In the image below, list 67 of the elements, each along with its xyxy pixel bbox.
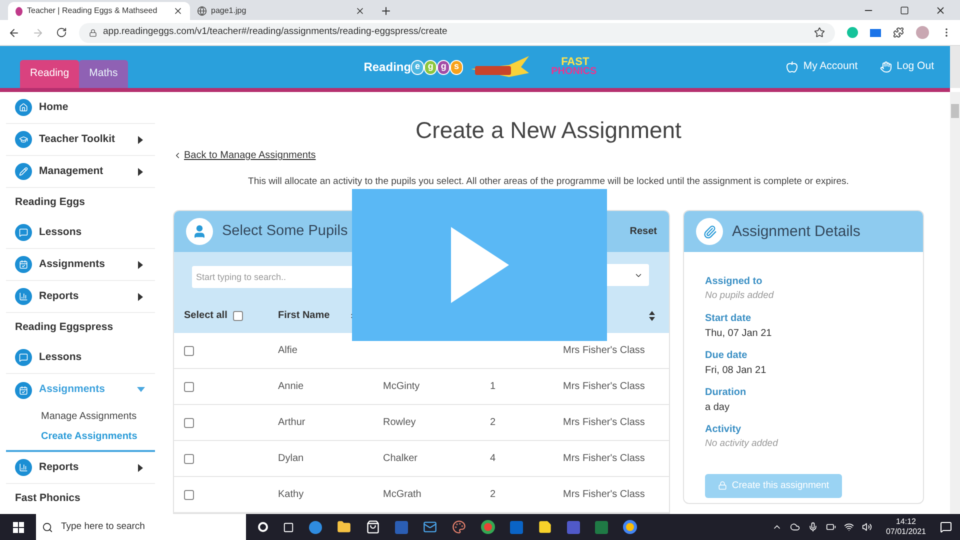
logo-egg: g <box>424 60 438 74</box>
taskbar-search-field[interactable]: Type here to search <box>36 514 246 540</box>
url-text: app.readingeggs.com/v1/teacher#/reading/assignments/reading-eggspress/create <box>103 25 448 40</box>
table-cell: Rowley <box>383 417 416 428</box>
page-title: Create a New Assignment <box>414 116 682 144</box>
reset-button[interactable]: Reset <box>630 224 657 240</box>
logo-egg: s <box>450 60 464 74</box>
field-label: Due date <box>705 348 748 362</box>
table-cell: McGinty <box>383 381 420 392</box>
tab-title: page1.jpg <box>211 5 248 17</box>
logo-word: Reading <box>364 59 412 76</box>
field-value: Thu, 07 Jan 21 <box>705 326 773 340</box>
sidebar-subitem[interactable]: Manage Assignments <box>41 406 155 426</box>
table-cell: 2 <box>490 489 496 500</box>
sidebar-item[interactable]: Home <box>6 92 155 124</box>
table-cell: Dylan <box>278 453 304 464</box>
table-cell: Mrs Fisher's Class <box>563 417 645 428</box>
logo-word: PHONICS <box>551 67 597 77</box>
field-value: No activity added <box>705 436 780 450</box>
subject-tab[interactable]: Reading <box>20 60 80 88</box>
section-heading: Reading Eggspress <box>14 320 114 335</box>
select-all-label: Select all <box>184 309 228 324</box>
sidebar-item[interactable]: Lessons <box>6 217 155 249</box>
column-header[interactable]: First Name <box>278 308 330 324</box>
table-cell: Mrs Fisher's Class <box>563 489 645 500</box>
field-value: No pupils added <box>705 289 775 304</box>
sidebar-item[interactable]: Reports <box>6 281 155 313</box>
field-label: Start date <box>705 312 752 326</box>
panel-title: Select Some Pupils <box>222 222 348 241</box>
sidebar-item[interactable]: Teacher Toolkit <box>6 124 155 156</box>
sidebar-item[interactable]: Assignments <box>6 249 155 281</box>
sidebar-item[interactable]: Lessons <box>6 342 155 374</box>
panel-title: Assignment Details <box>732 222 860 242</box>
section-heading: Reading Eggs <box>14 194 86 210</box>
logo-egg: e <box>411 60 424 74</box>
subject-tab[interactable]: Maths <box>79 60 128 88</box>
logo-word: FAST <box>561 57 590 67</box>
table-cell: Alfie <box>278 345 298 356</box>
table-cell: Arthur <box>278 417 306 428</box>
logo-egg: g <box>437 60 450 74</box>
clock-time: 14:12 <box>896 517 916 527</box>
field-label: Duration <box>705 386 748 400</box>
browser-tab[interactable]: page1.jpg <box>190 2 372 20</box>
table-cell: Mrs Fisher's Class <box>563 345 645 356</box>
sidebar-item[interactable]: Management <box>6 156 155 188</box>
tab-title: Teacher | Reading Eggs & Mathseed <box>27 5 158 17</box>
table-cell: Annie <box>278 381 304 392</box>
section-heading: Fast Phonics <box>14 490 82 506</box>
table-cell: Mrs Fisher's Class <box>563 381 645 392</box>
address-bar[interactable]: app.readingeggs.com/v1/teacher#/reading/assignments/reading-eggspress/create <box>79 22 835 42</box>
sidebar-item[interactable]: Reports <box>6 452 155 484</box>
description-text: This will allocate an activity to the pupils you select. All other areas of the programme will be locked until the assignment is complete or expires. <box>247 175 850 189</box>
search-placeholder: Type here to search <box>61 520 145 534</box>
table-cell: McGrath <box>383 489 422 500</box>
table-cell: Mrs Fisher's Class <box>563 453 645 464</box>
table-cell: 2 <box>490 417 496 428</box>
field-value: Fri, 08 Jan 21 <box>705 364 768 378</box>
table-cell: 4 <box>490 453 496 464</box>
field-label: Assigned to <box>705 275 764 290</box>
back-link[interactable]: Back to Manage Assignments <box>173 148 316 163</box>
field-value: a day <box>705 400 730 414</box>
table-cell: 1 <box>490 381 496 392</box>
table-cell: Kathy <box>278 489 304 500</box>
table-cell: Chalker <box>383 453 418 464</box>
field-label: Activity <box>705 422 742 436</box>
browser-tab[interactable]: Teacher | Reading Eggs & Mathseed <box>8 2 190 20</box>
clock-date: 07/01/2021 <box>886 527 926 537</box>
